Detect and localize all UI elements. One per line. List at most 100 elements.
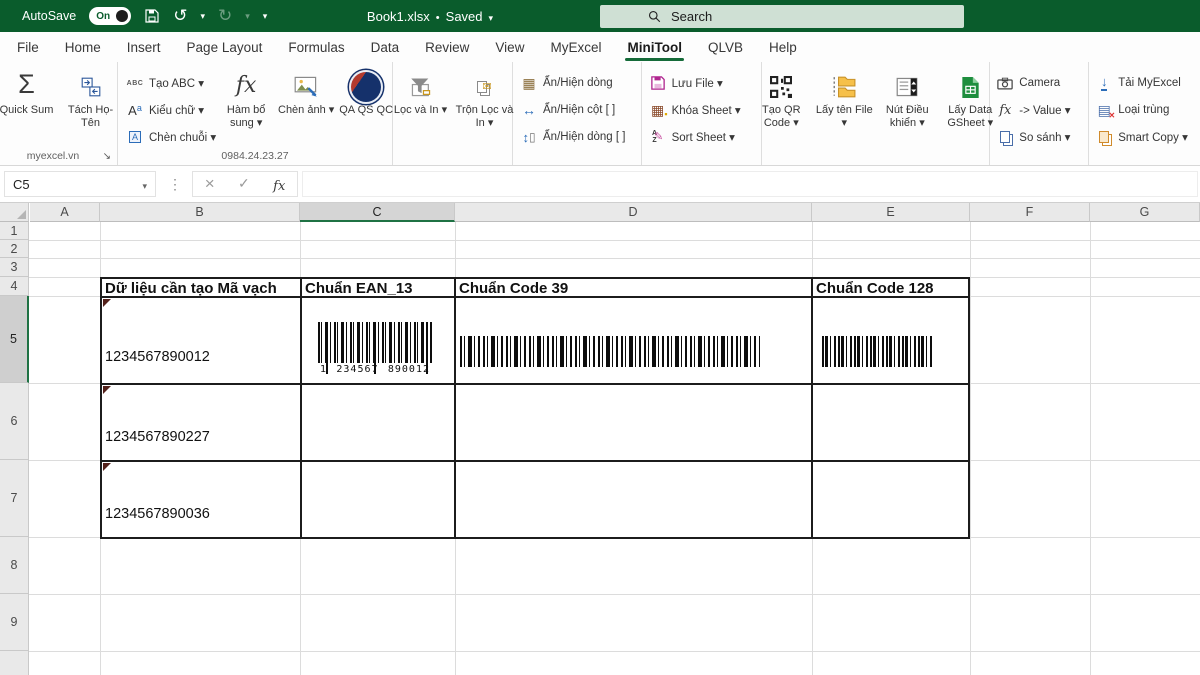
column-header-G[interactable]: G xyxy=(1090,203,1200,222)
sort-sheet-label: Sort Sheet ▾ xyxy=(672,130,735,144)
column-header-B[interactable]: B xyxy=(100,203,300,222)
row-header-8[interactable]: 8 xyxy=(0,537,29,594)
loc-va-in-button[interactable]: Lọc và In ▾ xyxy=(391,67,451,120)
tao-abc-button[interactable]: Tạo ABC ▾ xyxy=(126,71,216,95)
barcode-ean13[interactable]: 1 234567 890012 xyxy=(318,322,432,378)
spreadsheet-grid[interactable]: Dữ liệu cần tạo Mã vạch Chuẩn EAN_13 Chu… xyxy=(0,203,1200,675)
select-all-corner[interactable] xyxy=(0,203,29,222)
table-border xyxy=(100,383,970,385)
tab-review[interactable]: Review xyxy=(412,32,482,62)
ribbon-group-sheet: Lưu File ▾ Khóa Sheet ▾ Sort Sheet ▾ xyxy=(642,62,763,165)
ean13-caption-right: 890012 xyxy=(388,364,430,375)
tab-help[interactable]: Help xyxy=(756,32,810,62)
search-placeholder: Search xyxy=(671,9,712,24)
chen-chuoi-button[interactable]: Chèn chuỗi ▾ xyxy=(126,125,216,149)
loai-trung-button[interactable]: Loại trùng xyxy=(1095,98,1188,122)
cell-c4[interactable]: Chuẩn EAN_13 xyxy=(305,280,413,297)
tai-myexcel-button[interactable]: Tải MyExcel xyxy=(1095,71,1188,95)
tao-abc-label: Tạo ABC ▾ xyxy=(149,76,204,90)
autosave-toggle[interactable]: On xyxy=(89,7,131,25)
tab-insert[interactable]: Insert xyxy=(114,32,174,62)
nut-dieu-khien-button[interactable]: Nút Điều khiển ▾ xyxy=(877,67,937,133)
cancel-icon[interactable] xyxy=(205,174,215,194)
smart-copy-button[interactable]: Smart Copy ▾ xyxy=(1095,125,1188,149)
dialog-launcher-icon[interactable] xyxy=(103,151,111,162)
row-header-5[interactable]: 5 xyxy=(0,296,29,383)
title-separator xyxy=(436,9,440,24)
lay-ten-file-label: Lấy tên File ▾ xyxy=(815,104,873,130)
column-header-D[interactable]: D xyxy=(455,203,812,222)
lay-ten-file-button[interactable]: Lấy tên File ▾ xyxy=(814,67,874,133)
cell-b7[interactable]: 1234567890036 xyxy=(105,506,210,522)
tach-ho-ten-button[interactable]: Tách Họ-Tên xyxy=(61,67,121,133)
tao-qr-code-button[interactable]: Tạo QR Code ▾ xyxy=(751,67,811,133)
row-header-3[interactable]: 3 xyxy=(0,258,29,277)
column-header-A[interactable]: A xyxy=(30,203,100,222)
tab-page-layout[interactable]: Page Layout xyxy=(174,32,276,62)
column-header-C[interactable]: C xyxy=(300,203,455,222)
khoa-sheet-button[interactable]: Khóa Sheet ▾ xyxy=(649,98,741,122)
fx-to-value-button[interactable]: -> Value ▾ xyxy=(996,98,1070,122)
cell-d4[interactable]: Chuẩn Code 39 xyxy=(459,280,568,297)
tab-minitool[interactable]: MiniTool xyxy=(614,32,694,62)
abc-icon xyxy=(126,80,144,87)
column-header-E[interactable]: E xyxy=(812,203,970,222)
ean13-guard-bar xyxy=(426,322,428,374)
tab-file[interactable]: File xyxy=(4,32,52,62)
cell-b5[interactable]: 1234567890012 xyxy=(105,349,210,365)
quick-access-toolbar-caret-icon[interactable]: ▾ xyxy=(263,11,268,22)
row-header-4[interactable]: 4 xyxy=(0,277,29,296)
insert-function-icon[interactable] xyxy=(273,175,285,194)
column-header-F[interactable]: F xyxy=(970,203,1090,222)
ean13-guard-bar xyxy=(326,322,328,374)
barcode-code39[interactable] xyxy=(460,336,760,367)
tab-formulas[interactable]: Formulas xyxy=(275,32,357,62)
luu-file-button[interactable]: Lưu File ▾ xyxy=(649,71,741,95)
filter-print-icon xyxy=(410,70,432,104)
enter-icon[interactable] xyxy=(238,175,250,193)
undo-icon[interactable] xyxy=(173,8,187,25)
name-box-caret-icon[interactable] xyxy=(142,177,147,192)
column-width-icon xyxy=(520,102,538,118)
row-header-1[interactable]: 1 xyxy=(0,222,29,240)
row-header-9[interactable]: 9 xyxy=(0,594,29,651)
kieu-chu-button[interactable]: Kiểu chữ ▾ xyxy=(126,98,216,122)
tab-home[interactable]: Home xyxy=(52,32,114,62)
qa-qs-qc-button[interactable]: QA QS QC xyxy=(336,67,396,120)
search-input[interactable]: Search xyxy=(600,5,964,28)
so-sanh-button[interactable]: So sánh ▾ xyxy=(996,125,1070,149)
an-hien-cot-button[interactable]: Ẩn/Hiện cột [ ] xyxy=(520,98,625,122)
formula-input[interactable] xyxy=(302,171,1198,197)
row-header-2[interactable]: 2 xyxy=(0,240,29,258)
chen-anh-button[interactable]: Chèn ảnh ▾ xyxy=(276,67,336,120)
autosave-state: On xyxy=(96,11,110,22)
tab-myexcel[interactable]: MyExcel xyxy=(537,32,614,62)
row-header-7[interactable]: 7 xyxy=(0,460,29,537)
name-box[interactable]: C5 xyxy=(4,171,156,197)
tab-qlvb[interactable]: QLVB xyxy=(695,32,756,62)
an-hien-dong-button[interactable]: Ẩn/Hiện dòng xyxy=(520,71,625,95)
tab-view[interactable]: View xyxy=(482,32,537,62)
save-icon[interactable] xyxy=(144,8,160,24)
quick-sum-button[interactable]: Quick Sum xyxy=(0,67,57,120)
barcode-code128[interactable] xyxy=(822,336,932,367)
cell-b6[interactable]: 1234567890227 xyxy=(105,429,210,445)
undo-caret-icon[interactable]: ▾ xyxy=(200,11,205,22)
ean13-caption-left: 234567 xyxy=(336,364,378,375)
cell-e4[interactable]: Chuẩn Code 128 xyxy=(816,280,934,297)
download-icon xyxy=(1101,76,1108,91)
document-title[interactable]: Book1.xlsx Saved xyxy=(310,0,550,32)
cell-b4[interactable]: Dữ liệu cần tạo Mã vạch xyxy=(105,280,277,297)
insert-picture-icon xyxy=(294,70,318,104)
tab-data[interactable]: Data xyxy=(358,32,413,62)
row-header-partial[interactable] xyxy=(0,651,29,675)
an-hien-dong2-button[interactable]: Ẩn/Hiện dòng [ ] xyxy=(520,125,625,149)
gridline xyxy=(970,222,971,675)
ham-bo-sung-button[interactable]: Hàm bổ sung ▾ xyxy=(216,67,276,133)
tron-loc-va-in-button[interactable]: Trộn Lọc và In ▾ xyxy=(455,67,515,133)
fx-small-icon xyxy=(996,103,1014,118)
sort-sheet-button[interactable]: Sort Sheet ▾ xyxy=(649,125,741,149)
camera-button[interactable]: Camera xyxy=(996,71,1070,95)
row-header-6[interactable]: 6 xyxy=(0,383,29,460)
gridline xyxy=(29,594,1200,595)
